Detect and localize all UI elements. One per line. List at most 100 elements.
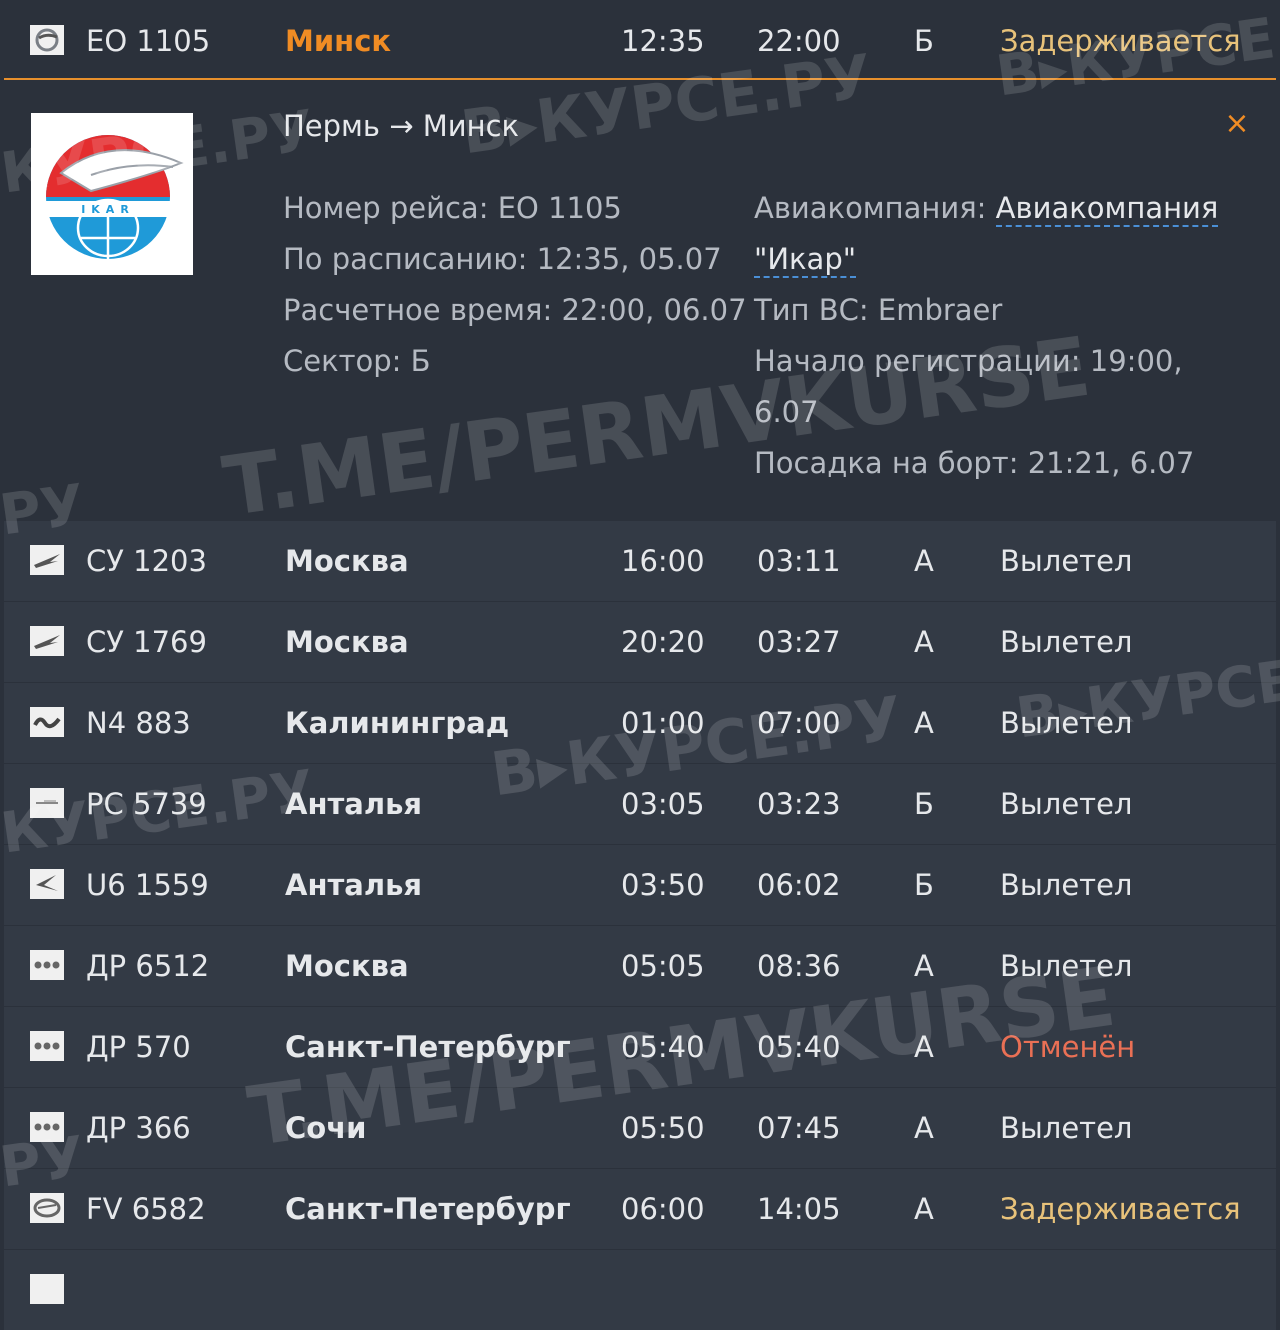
detail-label: Расчетное время:: [283, 293, 553, 327]
flight-number: СУ 1203: [86, 544, 207, 578]
estimated-time: 07:00: [757, 706, 841, 740]
sector: А: [914, 544, 934, 578]
airline-logo: [30, 683, 64, 763]
scheduled-time: 16:00: [621, 544, 705, 578]
flight-row[interactable]: U6 1559 Анталья 03:50 06:02 Б Вылетел: [4, 845, 1276, 925]
airline-link-cont[interactable]: "Икар": [754, 242, 857, 278]
detail-label: Сектор:: [283, 344, 402, 378]
flight-number: N4 883: [86, 706, 191, 740]
aeroflot-logo-icon: [30, 545, 64, 575]
detail-label: Посадка на борт:: [754, 446, 1019, 480]
sector: А: [914, 1192, 934, 1226]
estimated-time: 08:36: [757, 949, 841, 983]
flight-row[interactable]: FV 6582 Санкт-Петербург 06:00 14:05 А Задержи…: [4, 1169, 1276, 1249]
estimated-time: 14:05: [757, 1192, 841, 1226]
sector: А: [914, 706, 934, 740]
ikar-logo-large-icon: IKAR: [31, 113, 193, 275]
sector: А: [914, 1030, 934, 1064]
destination: Санкт-Петербург: [285, 1030, 571, 1064]
destination: Калининград: [285, 706, 510, 740]
detail-value: Б: [410, 344, 431, 378]
airline-logo: [30, 764, 64, 844]
sector: А: [914, 1111, 934, 1145]
flight-row-partial[interactable]: [4, 1250, 1276, 1330]
pegas-logo-icon: [30, 788, 64, 818]
detail-airline-cont: "Икар": [754, 242, 857, 278]
airline-logo: [30, 1169, 64, 1249]
flight-row-selected[interactable]: ЕО 1105 Минск 12:35 22:00 Б Задерживаетс…: [4, 0, 1276, 80]
detail-flight-number: Номер рейса: ЕО 1105: [283, 191, 622, 225]
scheduled-time: 05:05: [621, 949, 705, 983]
flight-status: Вылетел: [1000, 787, 1133, 821]
flight-status: Вылетел: [1000, 544, 1133, 578]
airline-logo: [30, 1, 64, 81]
flight-number: ДР 6512: [86, 949, 210, 983]
detail-checkin-cont: 6.07: [754, 395, 819, 429]
ikar-logo-icon: [30, 25, 64, 55]
detail-boarding: Посадка на борт: 21:21, 6.07: [754, 446, 1194, 480]
flight-number: FV 6582: [86, 1192, 206, 1226]
airline-logo: [30, 602, 64, 682]
flight-row[interactable]: ДР 570 Санкт-Петербург 05:40 05:40 А Отменён: [4, 1007, 1276, 1087]
estimated-time: 03:27: [757, 625, 841, 659]
detail-value: 21:21, 6.07: [1027, 446, 1195, 480]
sector: А: [914, 949, 934, 983]
destination: Москва: [285, 949, 409, 983]
airline-logo: [30, 1250, 64, 1330]
flight-row[interactable]: N4 883 Калининград 01:00 07:00 А Вылетел: [4, 683, 1276, 763]
flight-row[interactable]: СУ 1203 Москва 16:00 03:11 А Вылетел: [4, 521, 1276, 601]
nordwind-logo-icon: [30, 707, 64, 737]
scheduled-time: 20:20: [621, 625, 705, 659]
close-icon[interactable]: ×: [1224, 109, 1250, 139]
flight-row[interactable]: РС 5739 Анталья 03:05 03:23 Б Вылетел: [4, 764, 1276, 844]
sector: Б: [914, 787, 934, 821]
airline-logo: [30, 845, 64, 925]
detail-scheduled: По расписанию: 12:35, 05.07: [283, 242, 722, 276]
flight-number: ЕО 1105: [86, 24, 211, 58]
scheduled-time: 12:35: [621, 24, 705, 58]
flight-status: Вылетел: [1000, 1111, 1133, 1145]
destination: Москва: [285, 625, 409, 659]
detail-estimated: Расчетное время: 22:00, 06.07: [283, 293, 747, 327]
flight-status: Вылетел: [1000, 868, 1133, 902]
flight-number: РС 5739: [86, 787, 207, 821]
scheduled-time: 03:50: [621, 868, 705, 902]
scheduled-time: 05:40: [621, 1030, 705, 1064]
detail-sector: Сектор: Б: [283, 344, 431, 378]
airline-logo: [30, 926, 64, 1006]
detail-value: ЕО 1105: [497, 191, 622, 225]
estimated-time: 05:40: [757, 1030, 841, 1064]
airline-link[interactable]: Авиакомпания: [995, 191, 1219, 227]
detail-value: 22:00, 06.07: [561, 293, 747, 327]
destination: Санкт-Петербург: [285, 1192, 571, 1226]
scheduled-time: 03:05: [621, 787, 705, 821]
sector: Б: [914, 24, 934, 58]
detail-label: По расписанию:: [283, 242, 528, 276]
rossiya-logo-icon: [30, 1193, 64, 1223]
flight-status: Вылетел: [1000, 706, 1133, 740]
sector: Б: [914, 868, 934, 902]
departures-board: ЕО 1105 Минск 12:35 22:00 Б Задерживаетс…: [0, 0, 1280, 1330]
detail-label: Номер рейса:: [283, 191, 489, 225]
airline-logo-icon: [30, 1274, 64, 1304]
estimated-time: 03:11: [757, 544, 841, 578]
detail-value: Embraer: [877, 293, 1003, 327]
flight-status: Задерживается: [1000, 1192, 1241, 1226]
detail-airline: Авиакомпания: Авиакомпания: [754, 191, 1219, 227]
detail-value: 12:35, 05.07: [536, 242, 722, 276]
estimated-time: 22:00: [757, 24, 841, 58]
ural-logo-icon: [30, 869, 64, 899]
sector: А: [914, 625, 934, 659]
route-title: Пермь → Минск: [283, 109, 520, 143]
flight-status: Задерживается: [1000, 24, 1241, 58]
flight-row[interactable]: ДР 6512 Москва 05:05 08:36 А Вылетел: [4, 926, 1276, 1006]
detail-aircraft: Тип ВС: Embraer: [754, 293, 1002, 327]
detail-checkin: Начало регистрации: 19:00,: [754, 344, 1183, 378]
flight-row[interactable]: ДР 366 Сочи 05:50 07:45 А Вылетел: [4, 1088, 1276, 1168]
destination: Сочи: [285, 1111, 367, 1145]
aeroflot-logo-icon: [30, 626, 64, 656]
flight-number: ДР 570: [86, 1030, 191, 1064]
destination: Минск: [285, 24, 392, 58]
flight-row[interactable]: СУ 1769 Москва 20:20 03:27 А Вылетел: [4, 602, 1276, 682]
detail-label: Тип ВС:: [754, 293, 869, 327]
